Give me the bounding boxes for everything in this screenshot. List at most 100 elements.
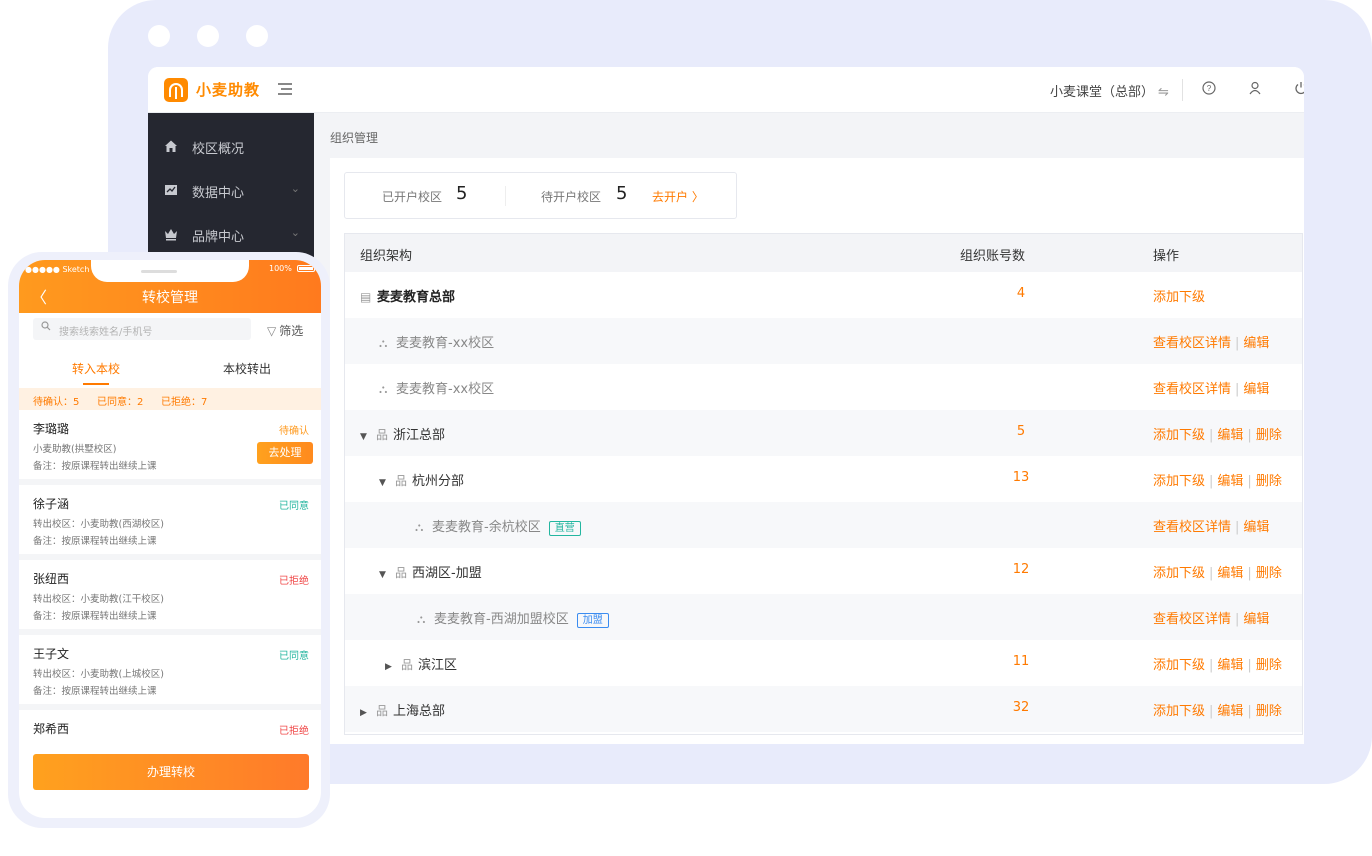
phone-notch xyxy=(91,260,249,282)
action-separator: | xyxy=(1235,520,1240,535)
caret-down-icon[interactable]: ▼ xyxy=(379,478,389,488)
edit-link[interactable]: 编辑 xyxy=(1217,428,1243,443)
status-badge: 已拒绝 xyxy=(279,576,309,587)
add-child-link[interactable]: 添加下级 xyxy=(1153,658,1205,673)
process-button[interactable]: 去处理 xyxy=(257,442,313,464)
delete-link[interactable]: 删除 xyxy=(1256,428,1282,443)
transfer-card[interactable]: 张纽西 已拒绝 转出校区：小麦助教(江干校区) 备注：按原课程转出继续上课 xyxy=(19,560,321,635)
opened-campus-label: 已开户校区 xyxy=(382,190,443,204)
org-name: 麦麦教育总部 xyxy=(377,290,456,305)
chevron-down-icon: ⌄ xyxy=(290,182,300,195)
table-row: ⛬ 麦麦教育-xx校区 查看校区详情 | 编辑 xyxy=(345,364,1302,410)
delete-link[interactable]: 删除 xyxy=(1256,566,1282,581)
brand-name: 小麦助教 xyxy=(196,81,261,99)
org-name-cell: ▶ 品滨江区 xyxy=(385,654,457,673)
add-child-link[interactable]: 添加下级 xyxy=(1153,290,1205,305)
action-separator: | xyxy=(1235,612,1240,627)
add-child-link[interactable]: 添加下级 xyxy=(1153,704,1205,719)
card-line: 转出校区：小麦助教(江干校区) xyxy=(33,594,164,605)
card-line: 转出校区：小麦助教(西湖校区) xyxy=(33,519,164,530)
caret-down-icon[interactable]: ▼ xyxy=(379,570,389,580)
user-icon[interactable] xyxy=(1247,81,1263,97)
org-tree-icon: 品 xyxy=(395,474,408,488)
account-count: 32 xyxy=(1012,700,1030,715)
delete-link[interactable]: 删除 xyxy=(1256,658,1282,673)
edit-link[interactable]: 编辑 xyxy=(1243,336,1269,351)
edit-link[interactable]: 编辑 xyxy=(1217,704,1243,719)
window-dot-2 xyxy=(197,25,219,47)
table-header: 组织架构 组织账号数 操作 xyxy=(345,234,1302,272)
campus-switch[interactable]: 小麦课堂（总部） ⇋ xyxy=(1050,81,1169,100)
org-name-cell: ⛬ 麦麦教育-余杭校区 直营 xyxy=(415,516,581,536)
window-dot-3 xyxy=(246,25,268,47)
handle-transfer-button[interactable]: 办理转校 xyxy=(33,754,309,790)
org-name-cell: ▼ 品杭州分部 xyxy=(379,470,464,489)
transfer-card[interactable]: 徐子涵 已同意 转出校区：小麦助教(西湖校区) 备注：按原课程转出继续上课 xyxy=(19,485,321,560)
sidebar-item-label: 品牌中心 xyxy=(192,230,245,245)
menu-toggle-icon[interactable] xyxy=(278,83,292,95)
edit-link[interactable]: 编辑 xyxy=(1243,382,1269,397)
org-name: 滨江区 xyxy=(418,658,458,673)
caret-right-icon[interactable]: ▶ xyxy=(360,708,370,718)
caret-right-icon[interactable]: ▶ xyxy=(385,662,395,672)
stats-divider xyxy=(505,186,506,206)
campus-icon: ⛬ xyxy=(417,612,426,626)
view-campus-link[interactable]: 查看校区详情 xyxy=(1153,612,1231,627)
battery-icon xyxy=(297,265,315,272)
action-separator: | xyxy=(1209,474,1214,489)
campus-icon: ⛬ xyxy=(379,336,388,350)
column-header: 组织账号数 xyxy=(960,249,1026,264)
transfer-card[interactable]: 李璐璐 待确认 小麦助教(拱墅校区) 备注：按原课程转出继续上课 去处理 xyxy=(19,410,321,485)
row-actions: 添加下级 | 编辑 | 删除 xyxy=(1153,562,1282,581)
edit-link[interactable]: 编辑 xyxy=(1217,658,1243,673)
edit-link[interactable]: 编辑 xyxy=(1217,566,1243,581)
transfer-card[interactable]: 王子文 已同意 转出校区：小麦助教(上城校区) 备注：按原课程转出继续上课 xyxy=(19,635,321,710)
org-name-cell: ▼ 品西湖区-加盟 xyxy=(379,562,482,581)
add-child-link[interactable]: 添加下级 xyxy=(1153,566,1205,581)
transfer-card[interactable]: 郑希西 已拒绝 xyxy=(19,710,321,746)
power-icon[interactable] xyxy=(1293,81,1304,97)
phone-status-battery-text: 100% xyxy=(269,264,292,273)
table-row: ⛬ 麦麦教育-西湖加盟校区 加盟 查看校区详情 | 编辑 xyxy=(345,594,1302,640)
status-badge: 待确认 xyxy=(279,426,309,437)
add-child-link[interactable]: 添加下级 xyxy=(1153,428,1205,443)
sidebar-item-label: 校区概况 xyxy=(192,142,245,157)
delete-link[interactable]: 删除 xyxy=(1256,704,1282,719)
breadcrumb: 组织管理 xyxy=(330,131,379,145)
campus-icon: ⛬ xyxy=(379,382,388,396)
phone-status-carrier: ●●●●● Sketch ᯤ xyxy=(25,265,100,274)
table-row: ⛬ 麦麦教育-余杭校区 直营 查看校区详情 | 编辑 xyxy=(345,502,1302,548)
tab-transfer-out[interactable]: 本校转出 xyxy=(223,360,271,377)
caret-down-icon[interactable]: ▼ xyxy=(360,432,370,442)
column-header: 组织架构 xyxy=(360,249,413,264)
brand-logo-icon xyxy=(164,78,188,102)
action-separator: | xyxy=(1209,704,1214,719)
account-count: 5 xyxy=(1016,424,1026,439)
edit-link[interactable]: 编辑 xyxy=(1243,520,1269,535)
delete-link[interactable]: 删除 xyxy=(1256,474,1282,489)
view-campus-link[interactable]: 查看校区详情 xyxy=(1153,520,1231,535)
tab-transfer-in[interactable]: 转入本校 xyxy=(72,360,120,377)
table-row: ▶ 品上海总部 32 添加下级 | 编辑 | 删除 xyxy=(345,686,1302,732)
sidebar-item-overview[interactable]: 校区概况 xyxy=(148,125,314,169)
org-name: 麦麦教育-xx校区 xyxy=(396,336,495,351)
status-badge: 已同意 xyxy=(279,651,309,662)
sidebar-item-brand-center[interactable]: 品牌中心 ⌄ xyxy=(148,213,314,257)
home-icon xyxy=(164,139,178,153)
account-count: 13 xyxy=(1012,470,1030,485)
question-circle-icon[interactable]: ? xyxy=(1201,81,1217,97)
action-separator: | xyxy=(1235,336,1240,351)
table-row: ▼ 品杭州分部 13 添加下级 | 编辑 | 删除 xyxy=(345,456,1302,502)
view-campus-link[interactable]: 查看校区详情 xyxy=(1153,382,1231,397)
card-note: 备注：按原课程转出继续上课 xyxy=(33,611,157,622)
phone-search-input[interactable]: 搜索线索姓名/手机号 xyxy=(33,318,251,340)
view-campus-link[interactable]: 查看校区详情 xyxy=(1153,336,1231,351)
add-child-link[interactable]: 添加下级 xyxy=(1153,474,1205,489)
sidebar-item-data-center[interactable]: 数据中心 ⌄ xyxy=(148,169,314,213)
filter-button[interactable]: ▽ 筛选 xyxy=(267,322,303,339)
org-name-cell: ▶ 品上海总部 xyxy=(360,700,445,719)
edit-link[interactable]: 编辑 xyxy=(1243,612,1269,627)
open-account-link[interactable]: 去开户 〉 xyxy=(652,188,704,205)
edit-link[interactable]: 编辑 xyxy=(1217,474,1243,489)
opened-campus-count: 5 xyxy=(456,183,468,204)
